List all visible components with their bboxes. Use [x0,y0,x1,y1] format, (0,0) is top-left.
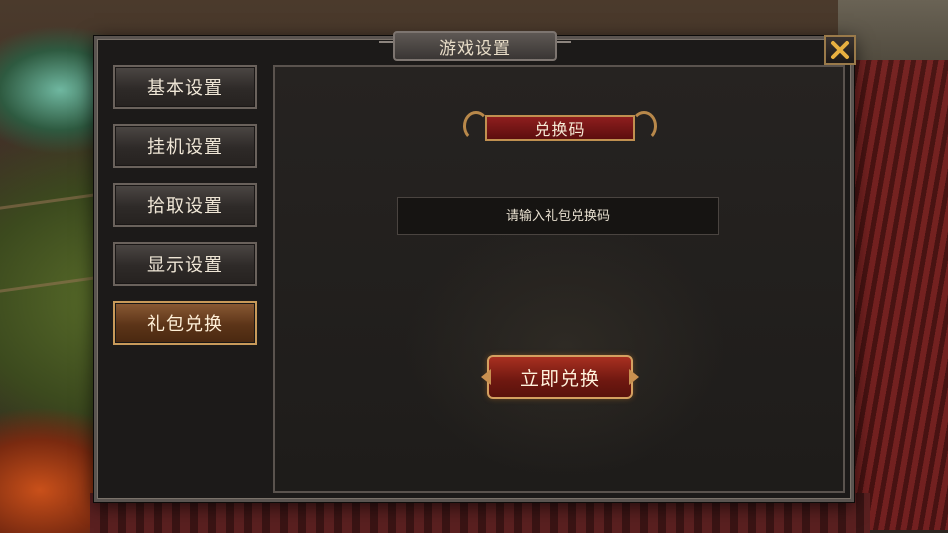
section-title: 兑换码 [534,120,586,139]
redeem-code-input[interactable] [397,197,719,235]
close-icon [831,41,849,59]
sidebar-item-label: 拾取设置 [147,196,223,217]
redeem-now-button[interactable]: 立即兑换 [487,355,633,399]
section-title-banner: 兑换码 [463,109,657,145]
section-title-plate: 兑换码 [485,115,635,141]
sidebar-item-label: 挂机设置 [147,137,223,158]
window-title-plate: 游戏设置 [379,31,571,61]
window-title: 游戏设置 [439,38,511,59]
sidebar-item-gift-redeem[interactable]: 礼包兑换 [113,301,257,345]
sidebar-item-label: 基本设置 [147,78,223,99]
close-button[interactable] [824,35,856,65]
redeem-now-label: 立即兑换 [519,367,600,390]
background-rune-pattern [0,193,95,293]
game-scene-background: 游戏设置 基本设置 挂机设置 拾取设置 显示设置 礼包兑换 兑换码 请输入礼包兑… [0,0,948,533]
sidebar-item-label: 显示设置 [147,255,223,276]
redeem-content-panel: 兑换码 立即兑换 [273,65,845,493]
sidebar-item-pickup[interactable]: 拾取设置 [113,183,257,227]
sidebar-item-display[interactable]: 显示设置 [113,242,257,286]
sidebar-item-label: 礼包兑换 [147,314,223,335]
background-roof [838,60,948,530]
settings-window: 游戏设置 基本设置 挂机设置 拾取设置 显示设置 礼包兑换 兑换码 请输入礼包兑… [94,31,856,502]
sidebar-item-auto-battle[interactable]: 挂机设置 [113,124,257,168]
sidebar-item-basic[interactable]: 基本设置 [113,65,257,109]
